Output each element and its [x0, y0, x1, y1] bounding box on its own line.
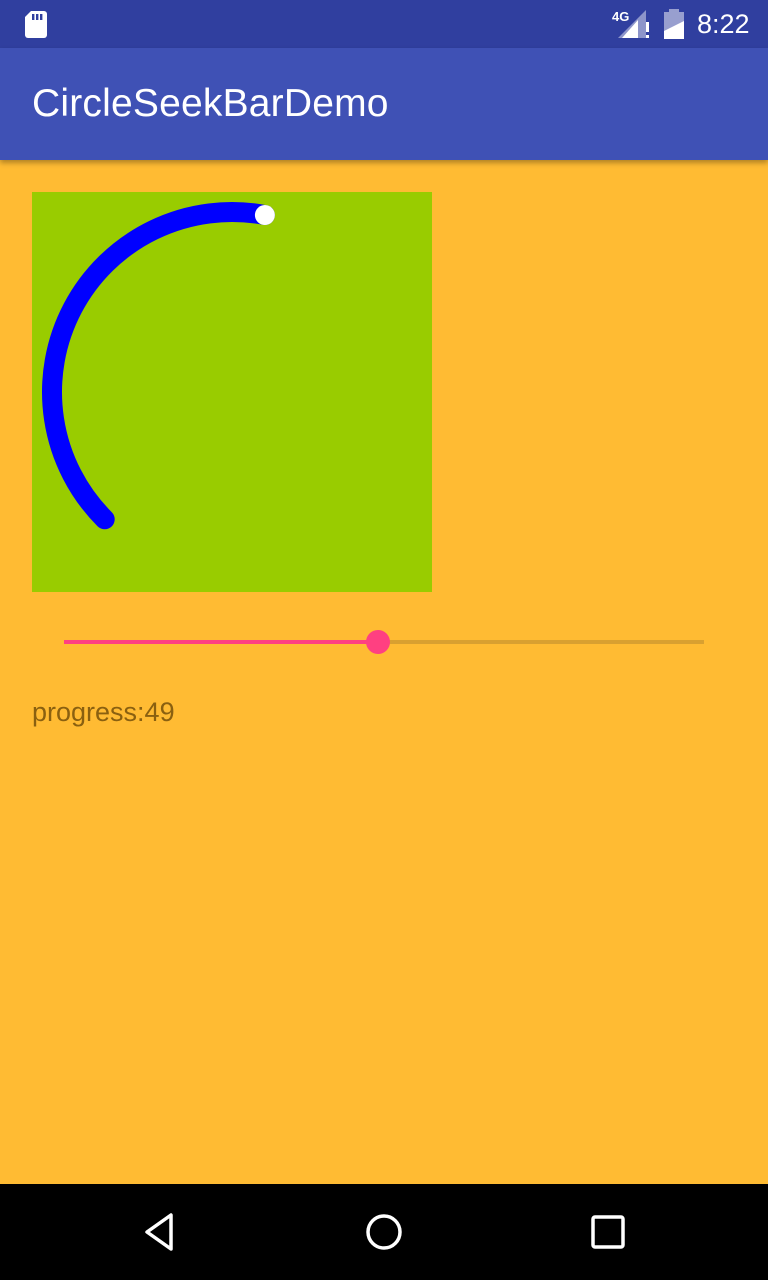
progress-label: progress:49 — [32, 697, 175, 727]
app-title: CircleSeekBarDemo — [32, 82, 389, 125]
battery-icon — [664, 9, 684, 39]
status-bar: 4G 8:22 — [0, 0, 768, 48]
progress-seekbar[interactable] — [64, 620, 704, 664]
status-time: 8:22 — [697, 9, 750, 39]
circle-seekbar[interactable] — [32, 192, 432, 592]
app-screen: 4G 8:22 CircleSeekBarDemo progress:49 — [0, 0, 768, 1280]
signal-icon: 4G — [612, 9, 649, 38]
circle-seekbar-thumb[interactable] — [254, 205, 275, 226]
circle-seekbar-canvas — [42, 202, 275, 530]
seekbar-progress-fill — [64, 640, 378, 644]
seekbar-thumb[interactable] — [365, 630, 390, 654]
circle-seekbar-progress-arc — [42, 202, 275, 530]
network-type-label: 4G — [612, 9, 629, 24]
home-icon[interactable] — [360, 1208, 408, 1256]
navigation-bar — [0, 1184, 768, 1280]
sd-card-icon — [25, 11, 47, 38]
app-toolbar: CircleSeekBarDemo — [0, 48, 768, 160]
back-icon[interactable] — [136, 1208, 184, 1256]
recents-icon[interactable] — [584, 1208, 632, 1256]
